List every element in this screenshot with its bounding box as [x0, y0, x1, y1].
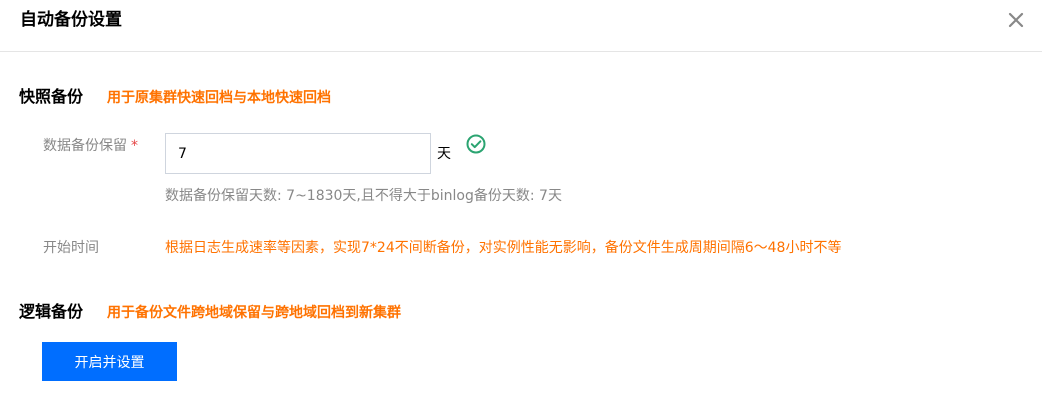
snapshot-section-title: 快照备份 [19, 87, 84, 106]
retention-label: 数据备份保留 * [43, 136, 138, 156]
auto-backup-dialog: 自动备份设置 快照备份 用于原集群快速回档与本地快速回档 数据备份保留* 天 数… [0, 0, 1042, 402]
start-time-label: 开始时间 [43, 240, 99, 256]
retention-label-text: 数据备份保留 [43, 138, 127, 154]
logical-section-title: 逻辑备份 [19, 302, 84, 321]
required-mark: * [131, 138, 138, 154]
start-time-description: 根据日志生成速率等因素，实现7*24不间断备份，对实例性能无影响，备份文件生成周… [165, 240, 842, 256]
retention-days-input[interactable] [165, 133, 431, 174]
check-circle-icon [466, 134, 486, 154]
close-icon[interactable] [1002, 6, 1030, 34]
close-button[interactable] [1002, 6, 1030, 34]
logical-section-description: 用于备份文件跨地域保留与跨地域回档到新集群 [107, 305, 401, 321]
enable-and-configure-button[interactable]: 开启并设置 [42, 342, 177, 381]
dialog-header: 自动备份设置 [0, 0, 1042, 52]
snapshot-section-description: 用于原集群快速回档与本地快速回档 [107, 90, 331, 106]
retention-unit: 天 [437, 146, 451, 162]
retention-hint: 数据备份保留天数: 7~1830天,且不得大于binlog备份天数: 7天 [165, 188, 562, 204]
dialog-title: 自动备份设置 [20, 10, 122, 30]
